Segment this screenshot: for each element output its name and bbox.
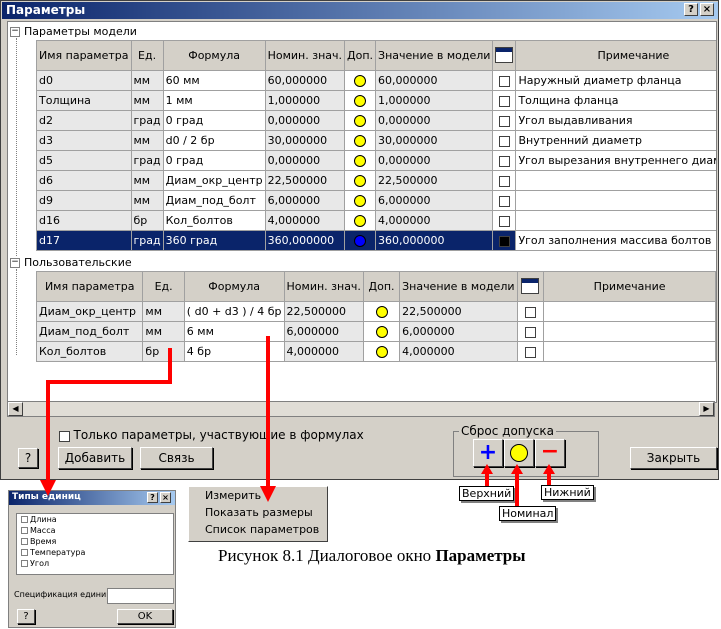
arrowhead-formula — [260, 486, 276, 502]
arrowhead-lower — [543, 464, 555, 474]
annotation-arrows — [40, 336, 555, 506]
arrowhead-nominal — [511, 464, 523, 474]
arrowhead-upper — [481, 464, 493, 474]
arrowhead-units — [40, 480, 56, 496]
arrow-units — [46, 348, 172, 492]
